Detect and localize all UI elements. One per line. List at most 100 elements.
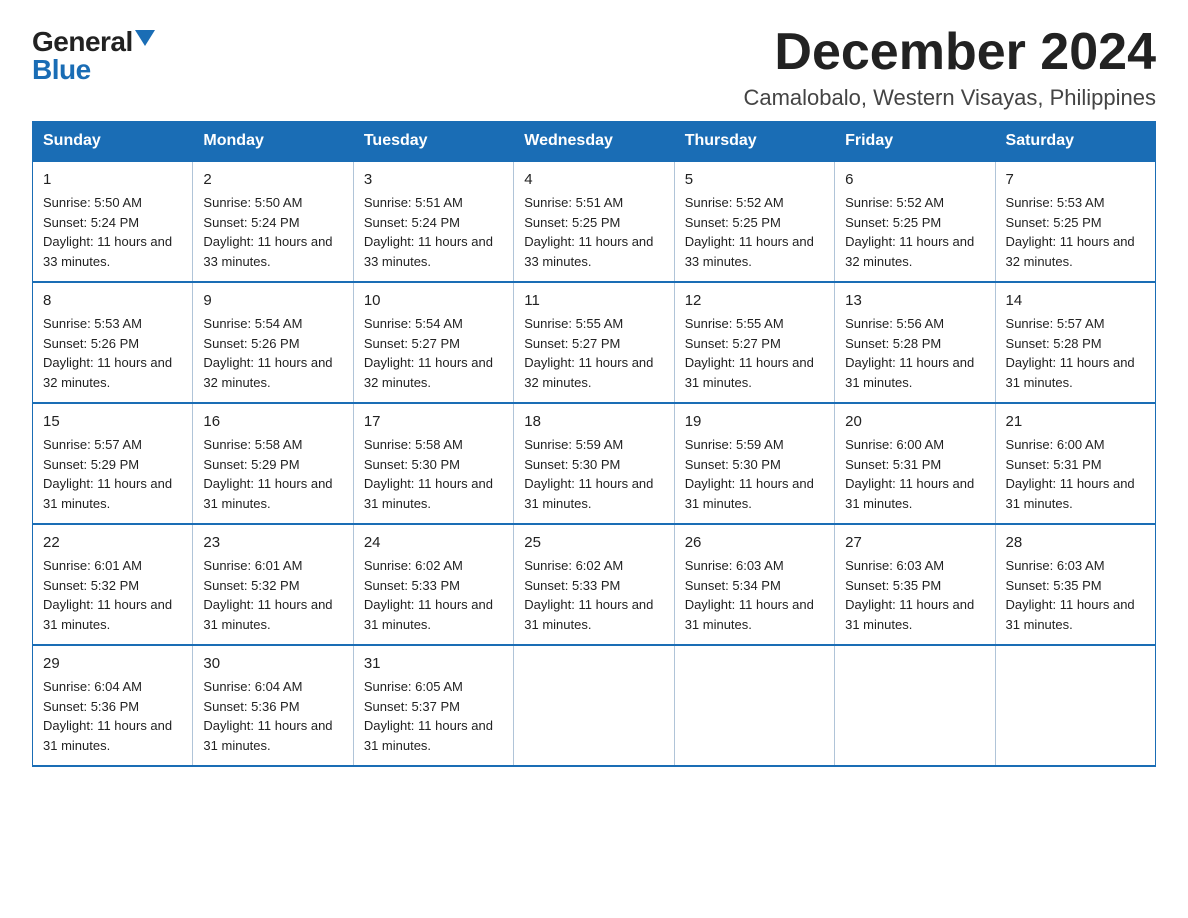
logo-triangle-icon (135, 30, 155, 46)
logo: General Blue (32, 28, 155, 84)
header-sunday: Sunday (33, 122, 193, 162)
day-number: 14 (1006, 290, 1145, 312)
day-number: 6 (845, 169, 984, 191)
day-info: Sunrise: 6:01 AMSunset: 5:32 PMDaylight:… (203, 558, 332, 632)
calendar-day-cell: 2 Sunrise: 5:50 AMSunset: 5:24 PMDayligh… (193, 161, 353, 282)
logo-general-text: General (32, 28, 133, 56)
calendar-day-cell: 25 Sunrise: 6:02 AMSunset: 5:33 PMDaylig… (514, 524, 674, 645)
day-info: Sunrise: 5:58 AMSunset: 5:29 PMDaylight:… (203, 437, 332, 511)
day-number: 7 (1006, 169, 1145, 191)
week-row-3: 15 Sunrise: 5:57 AMSunset: 5:29 PMDaylig… (33, 403, 1156, 524)
day-number: 16 (203, 411, 342, 433)
calendar-day-cell: 1 Sunrise: 5:50 AMSunset: 5:24 PMDayligh… (33, 161, 193, 282)
day-number: 26 (685, 532, 824, 554)
day-number: 4 (524, 169, 663, 191)
day-info: Sunrise: 6:05 AMSunset: 5:37 PMDaylight:… (364, 679, 493, 753)
header-tuesday: Tuesday (353, 122, 513, 162)
day-info: Sunrise: 5:53 AMSunset: 5:25 PMDaylight:… (1006, 195, 1135, 269)
title-area: December 2024 Camalobalo, Western Visaya… (743, 24, 1156, 111)
day-info: Sunrise: 5:50 AMSunset: 5:24 PMDaylight:… (43, 195, 172, 269)
day-info: Sunrise: 6:01 AMSunset: 5:32 PMDaylight:… (43, 558, 172, 632)
day-info: Sunrise: 6:00 AMSunset: 5:31 PMDaylight:… (1006, 437, 1135, 511)
calendar-day-cell: 28 Sunrise: 6:03 AMSunset: 5:35 PMDaylig… (995, 524, 1155, 645)
day-info: Sunrise: 5:56 AMSunset: 5:28 PMDaylight:… (845, 316, 974, 390)
day-number: 22 (43, 532, 182, 554)
calendar-day-cell: 3 Sunrise: 5:51 AMSunset: 5:24 PMDayligh… (353, 161, 513, 282)
calendar-day-cell (995, 645, 1155, 766)
day-number: 5 (685, 169, 824, 191)
calendar-day-cell: 27 Sunrise: 6:03 AMSunset: 5:35 PMDaylig… (835, 524, 995, 645)
day-info: Sunrise: 5:52 AMSunset: 5:25 PMDaylight:… (685, 195, 814, 269)
calendar-day-cell: 29 Sunrise: 6:04 AMSunset: 5:36 PMDaylig… (33, 645, 193, 766)
day-info: Sunrise: 5:51 AMSunset: 5:25 PMDaylight:… (524, 195, 653, 269)
day-number: 10 (364, 290, 503, 312)
day-info: Sunrise: 6:04 AMSunset: 5:36 PMDaylight:… (43, 679, 172, 753)
day-number: 15 (43, 411, 182, 433)
day-number: 3 (364, 169, 503, 191)
week-row-2: 8 Sunrise: 5:53 AMSunset: 5:26 PMDayligh… (33, 282, 1156, 403)
day-number: 2 (203, 169, 342, 191)
day-number: 29 (43, 653, 182, 675)
calendar-day-cell: 26 Sunrise: 6:03 AMSunset: 5:34 PMDaylig… (674, 524, 834, 645)
page-header: General Blue December 2024 Camalobalo, W… (32, 24, 1156, 111)
day-info: Sunrise: 6:02 AMSunset: 5:33 PMDaylight:… (364, 558, 493, 632)
calendar-day-cell: 6 Sunrise: 5:52 AMSunset: 5:25 PMDayligh… (835, 161, 995, 282)
week-row-5: 29 Sunrise: 6:04 AMSunset: 5:36 PMDaylig… (33, 645, 1156, 766)
day-info: Sunrise: 6:03 AMSunset: 5:34 PMDaylight:… (685, 558, 814, 632)
month-title: December 2024 (743, 24, 1156, 81)
day-number: 23 (203, 532, 342, 554)
logo-blue-text: Blue (32, 56, 91, 84)
day-info: Sunrise: 5:55 AMSunset: 5:27 PMDaylight:… (524, 316, 653, 390)
day-number: 17 (364, 411, 503, 433)
calendar-day-cell: 10 Sunrise: 5:54 AMSunset: 5:27 PMDaylig… (353, 282, 513, 403)
day-number: 21 (1006, 411, 1145, 433)
header-saturday: Saturday (995, 122, 1155, 162)
calendar-day-cell: 19 Sunrise: 5:59 AMSunset: 5:30 PMDaylig… (674, 403, 834, 524)
calendar-day-cell: 7 Sunrise: 5:53 AMSunset: 5:25 PMDayligh… (995, 161, 1155, 282)
week-row-1: 1 Sunrise: 5:50 AMSunset: 5:24 PMDayligh… (33, 161, 1156, 282)
day-number: 8 (43, 290, 182, 312)
calendar-day-cell: 8 Sunrise: 5:53 AMSunset: 5:26 PMDayligh… (33, 282, 193, 403)
day-number: 30 (203, 653, 342, 675)
calendar-table: Sunday Monday Tuesday Wednesday Thursday… (32, 121, 1156, 767)
day-info: Sunrise: 6:03 AMSunset: 5:35 PMDaylight:… (1006, 558, 1135, 632)
header-thursday: Thursday (674, 122, 834, 162)
calendar-day-cell: 15 Sunrise: 5:57 AMSunset: 5:29 PMDaylig… (33, 403, 193, 524)
day-info: Sunrise: 5:53 AMSunset: 5:26 PMDaylight:… (43, 316, 172, 390)
day-number: 27 (845, 532, 984, 554)
day-number: 18 (524, 411, 663, 433)
week-row-4: 22 Sunrise: 6:01 AMSunset: 5:32 PMDaylig… (33, 524, 1156, 645)
day-info: Sunrise: 6:03 AMSunset: 5:35 PMDaylight:… (845, 558, 974, 632)
day-info: Sunrise: 5:55 AMSunset: 5:27 PMDaylight:… (685, 316, 814, 390)
day-number: 1 (43, 169, 182, 191)
calendar-day-cell (674, 645, 834, 766)
calendar-day-cell: 24 Sunrise: 6:02 AMSunset: 5:33 PMDaylig… (353, 524, 513, 645)
calendar-day-cell: 5 Sunrise: 5:52 AMSunset: 5:25 PMDayligh… (674, 161, 834, 282)
day-info: Sunrise: 5:50 AMSunset: 5:24 PMDaylight:… (203, 195, 332, 269)
day-info: Sunrise: 6:00 AMSunset: 5:31 PMDaylight:… (845, 437, 974, 511)
day-info: Sunrise: 5:57 AMSunset: 5:29 PMDaylight:… (43, 437, 172, 511)
calendar-day-cell (835, 645, 995, 766)
day-info: Sunrise: 5:54 AMSunset: 5:27 PMDaylight:… (364, 316, 493, 390)
calendar-day-cell: 31 Sunrise: 6:05 AMSunset: 5:37 PMDaylig… (353, 645, 513, 766)
day-number: 11 (524, 290, 663, 312)
header-friday: Friday (835, 122, 995, 162)
day-info: Sunrise: 5:59 AMSunset: 5:30 PMDaylight:… (685, 437, 814, 511)
calendar-day-cell: 18 Sunrise: 5:59 AMSunset: 5:30 PMDaylig… (514, 403, 674, 524)
calendar-day-cell (514, 645, 674, 766)
day-info: Sunrise: 6:04 AMSunset: 5:36 PMDaylight:… (203, 679, 332, 753)
calendar-day-cell: 9 Sunrise: 5:54 AMSunset: 5:26 PMDayligh… (193, 282, 353, 403)
day-info: Sunrise: 5:52 AMSunset: 5:25 PMDaylight:… (845, 195, 974, 269)
calendar-day-cell: 12 Sunrise: 5:55 AMSunset: 5:27 PMDaylig… (674, 282, 834, 403)
day-info: Sunrise: 5:58 AMSunset: 5:30 PMDaylight:… (364, 437, 493, 511)
day-number: 28 (1006, 532, 1145, 554)
day-number: 13 (845, 290, 984, 312)
day-info: Sunrise: 5:54 AMSunset: 5:26 PMDaylight:… (203, 316, 332, 390)
day-number: 25 (524, 532, 663, 554)
header-wednesday: Wednesday (514, 122, 674, 162)
calendar-day-cell: 20 Sunrise: 6:00 AMSunset: 5:31 PMDaylig… (835, 403, 995, 524)
day-info: Sunrise: 5:59 AMSunset: 5:30 PMDaylight:… (524, 437, 653, 511)
day-number: 20 (845, 411, 984, 433)
calendar-day-cell: 13 Sunrise: 5:56 AMSunset: 5:28 PMDaylig… (835, 282, 995, 403)
day-info: Sunrise: 5:51 AMSunset: 5:24 PMDaylight:… (364, 195, 493, 269)
